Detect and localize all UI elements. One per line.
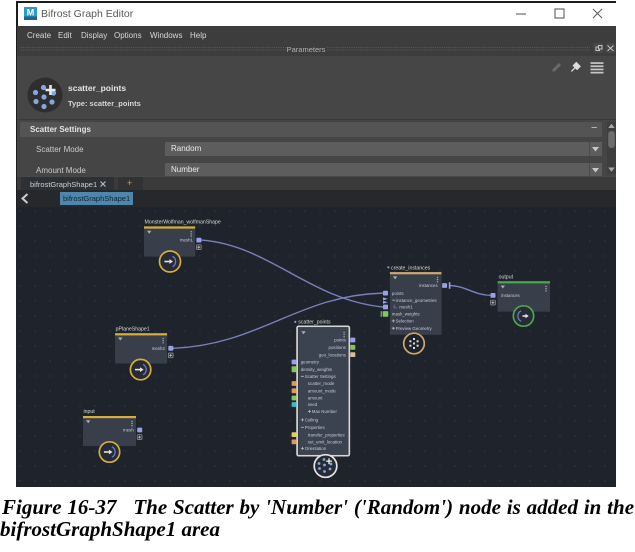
svg-text:Culling: Culling — [305, 418, 319, 423]
svg-text:Orientation: Orientation — [305, 446, 327, 451]
svg-text:MonsterWolfman_wolfmanShape: MonsterWolfman_wolfmanShape — [145, 220, 221, 226]
svg-text:transfer_properties: transfer_properties — [308, 432, 346, 437]
svg-text:density_weights: density_weights — [301, 367, 333, 372]
svg-text:instances: instances — [501, 293, 520, 298]
svg-text:geo_locations: geo_locations — [319, 352, 347, 357]
svg-text:Scatter Settings: Scatter Settings — [305, 374, 337, 379]
svg-text:instance_geometries: instance_geometries — [396, 298, 437, 303]
svg-text:points: points — [392, 291, 405, 296]
svg-text:output: output — [499, 274, 514, 280]
svg-text:Properties: Properties — [305, 425, 326, 430]
svg-text:mesh1: mesh1 — [399, 305, 413, 310]
svg-text:set_emit_location: set_emit_location — [308, 440, 343, 445]
svg-text:scatter_points: scatter_points — [298, 320, 331, 326]
svg-text:mask_weights: mask_weights — [392, 312, 421, 317]
svg-text:points: points — [334, 338, 347, 343]
svg-text:Max Number: Max Number — [312, 409, 338, 414]
svg-text:geometry: geometry — [301, 360, 320, 365]
svg-text:amount: amount — [308, 396, 323, 401]
svg-text:seed: seed — [308, 402, 318, 407]
svg-text:instances: instances — [419, 283, 438, 288]
svg-text:pPlaneShape1: pPlaneShape1 — [116, 326, 150, 332]
svg-text:input: input — [84, 409, 96, 415]
svg-text:mesh2: mesh2 — [152, 346, 166, 351]
svg-text:positions: positions — [329, 345, 347, 350]
svg-text:Parameters: Parameters — [287, 45, 326, 54]
svg-text:Selection: Selection — [396, 319, 415, 324]
svg-text:create_instances: create_instances — [391, 265, 431, 271]
svg-text:Preview Geometry: Preview Geometry — [396, 326, 433, 331]
svg-text:M: M — [27, 8, 35, 18]
svg-text:mesh: mesh — [123, 428, 134, 433]
svg-text:mesh1: mesh1 — [180, 238, 194, 243]
svg-text:amount_mode: amount_mode — [308, 389, 337, 394]
svg-text:scatter_mode: scatter_mode — [308, 381, 335, 386]
